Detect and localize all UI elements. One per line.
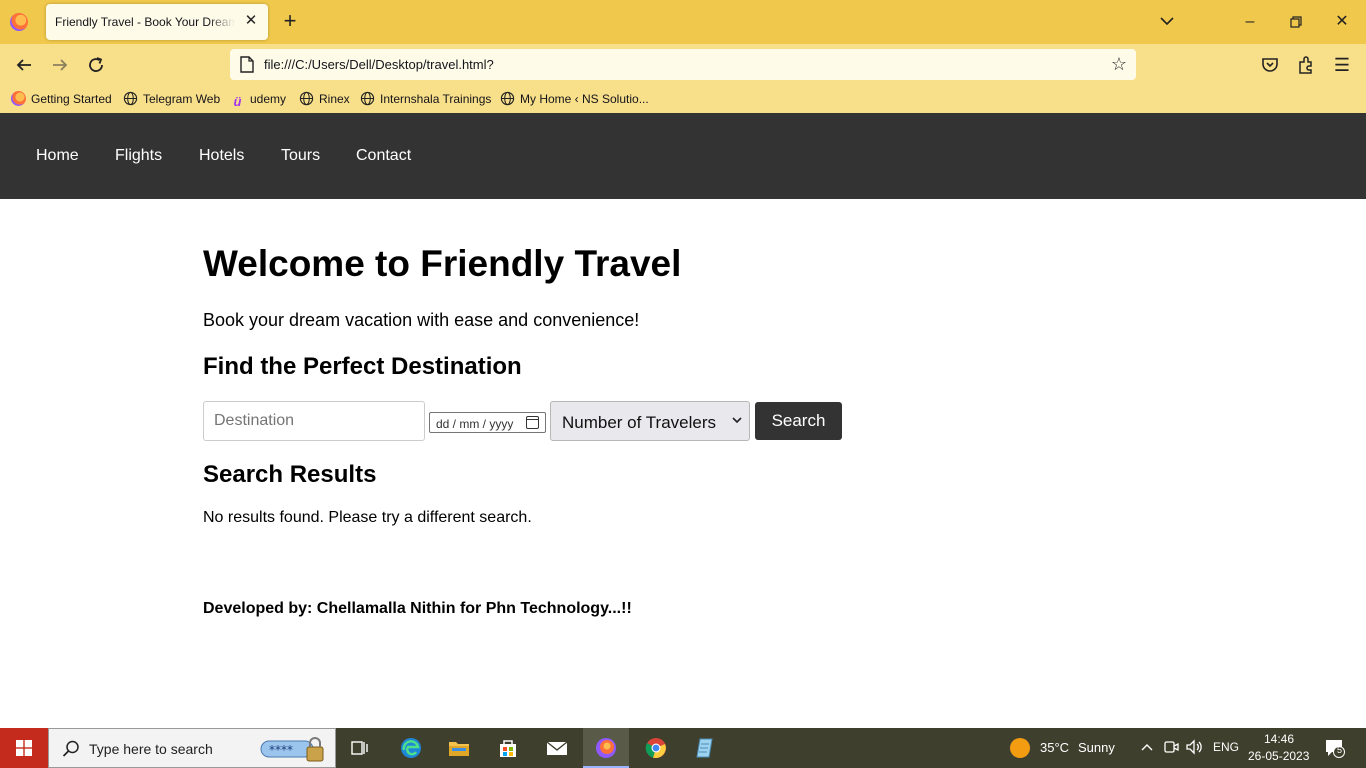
site-nav: Home Flights Hotels Tours Contact	[0, 113, 1366, 199]
new-tab-button[interactable]: +	[279, 10, 301, 32]
footer-credit: Developed by: Chellamalla Nithin for Phn…	[203, 600, 632, 617]
date-input[interactable]: dd / mm / yyyy	[429, 412, 546, 433]
results-heading: Search Results	[203, 461, 377, 488]
windows-icon	[16, 740, 32, 756]
forward-icon[interactable]	[48, 53, 72, 77]
folder-icon	[449, 742, 469, 756]
globe-icon	[360, 91, 375, 106]
page-title: Welcome to Friendly Travel	[203, 243, 682, 284]
back-icon[interactable]	[12, 53, 36, 77]
taskbar-firefox[interactable]	[583, 728, 629, 768]
no-results-text: No results found. Please try a different…	[203, 509, 532, 526]
task-view-button[interactable]	[337, 728, 383, 768]
svg-text:****: ****	[269, 743, 293, 757]
minimize-button[interactable]: –	[1238, 10, 1262, 34]
tagline: Book your dream vacation with ease and c…	[203, 310, 640, 330]
taskbar-file-explorer[interactable]	[436, 728, 482, 768]
udemy-icon: ü	[233, 94, 242, 109]
browser-toolbar: file:///C:/Users/Dell/Desktop/travel.htm…	[0, 44, 1366, 86]
address-bar[interactable]: file:///C:/Users/Dell/Desktop/travel.htm…	[230, 49, 1136, 80]
taskbar-search[interactable]: Type here to search ****	[48, 728, 336, 768]
calendar-icon[interactable]	[526, 416, 539, 429]
taskbar-notepad[interactable]	[682, 728, 728, 768]
show-hidden-icons-chevron-icon[interactable]	[1138, 738, 1156, 756]
input-language[interactable]: ENG	[1213, 740, 1239, 754]
weather-temp[interactable]: 35°C	[1040, 740, 1069, 755]
destination-input[interactable]	[203, 401, 425, 441]
store-icon	[500, 740, 516, 757]
taskbar-chrome[interactable]	[633, 728, 679, 768]
find-destination-heading: Find the Perfect Destination	[203, 353, 522, 380]
nav-tours[interactable]: Tours	[281, 147, 320, 165]
globe-icon	[500, 91, 515, 106]
chevron-down-icon	[732, 417, 742, 424]
camera-icon[interactable]	[1162, 738, 1180, 756]
bookmark-my-home[interactable]: My Home ‹ NS Solutio...	[500, 91, 649, 109]
tab-title: Friendly Travel - Book Your Dream Vacati…	[55, 15, 235, 29]
notification-icon	[1326, 740, 1345, 758]
search-button[interactable]: Search	[755, 402, 842, 440]
menu-icon[interactable]: ☰	[1330, 53, 1354, 77]
clock-time[interactable]: 14:46	[1264, 732, 1294, 746]
bookmarks-bar: Getting Started Telegram Web ü udemy Rine…	[0, 86, 1366, 113]
bookmark-udemy[interactable]: ü udemy	[230, 91, 287, 109]
list-all-tabs-icon[interactable]	[1158, 12, 1176, 30]
browser-tab-bar: Friendly Travel - Book Your Dream Vacati…	[0, 0, 1366, 44]
page-icon	[240, 56, 254, 73]
bookmark-telegram-web[interactable]: Telegram Web	[123, 91, 220, 109]
notification-center-button[interactable]: 5	[1324, 738, 1346, 758]
bookmark-getting-started[interactable]: Getting Started	[11, 91, 112, 109]
globe-icon	[299, 91, 314, 106]
close-tab-icon[interactable]: ✕	[242, 12, 260, 30]
clock-date[interactable]: 26-05-2023	[1248, 749, 1309, 763]
nav-home[interactable]: Home	[36, 147, 79, 165]
taskbar-store[interactable]	[485, 728, 531, 768]
travelers-selected-value: Number of Travelers	[562, 413, 716, 432]
globe-icon	[123, 91, 138, 106]
taskbar: Type here to search **** 35°C Sunny ENG …	[0, 728, 1366, 768]
travelers-select[interactable]: Number of Travelers	[550, 401, 750, 441]
firefox-icon	[11, 91, 26, 106]
firefox-icon	[596, 738, 616, 758]
restore-button[interactable]	[1284, 10, 1308, 34]
url-text[interactable]: file:///C:/Users/Dell/Desktop/travel.htm…	[264, 57, 494, 72]
password-lock-icon: ****	[260, 737, 324, 762]
nav-contact[interactable]: Contact	[356, 147, 411, 165]
nav-flights[interactable]: Flights	[115, 147, 162, 165]
tab-friendly-travel[interactable]: Friendly Travel - Book Your Dream Vacati…	[46, 4, 268, 40]
notepad-icon	[696, 738, 713, 758]
taskbar-search-placeholder: Type here to search	[89, 741, 213, 757]
weather-sun-icon[interactable]	[1010, 738, 1030, 758]
bookmark-internshala[interactable]: Internshala Trainings	[360, 91, 491, 109]
reload-icon[interactable]	[84, 53, 108, 77]
chrome-icon	[645, 738, 666, 759]
nav-hotels[interactable]: Hotels	[199, 147, 244, 165]
search-icon	[62, 740, 79, 757]
task-view-icon	[351, 741, 368, 755]
notification-count: 5	[1337, 745, 1343, 755]
mail-icon	[546, 741, 568, 755]
taskbar-mail[interactable]	[534, 728, 580, 768]
volume-icon[interactable]	[1185, 738, 1203, 756]
close-window-button[interactable]: ✕	[1330, 10, 1354, 34]
extensions-icon[interactable]	[1294, 53, 1318, 77]
pocket-icon[interactable]	[1258, 53, 1282, 77]
weather-condition[interactable]: Sunny	[1078, 740, 1115, 755]
taskbar-edge[interactable]	[388, 728, 434, 768]
bookmark-star-icon[interactable]: ☆	[1108, 53, 1130, 75]
start-button[interactable]	[0, 728, 48, 768]
edge-icon	[401, 738, 421, 758]
firefox-icon[interactable]	[10, 13, 28, 31]
bookmark-rinex[interactable]: Rinex	[299, 91, 350, 109]
date-placeholder: dd / mm / yyyy	[436, 417, 514, 431]
